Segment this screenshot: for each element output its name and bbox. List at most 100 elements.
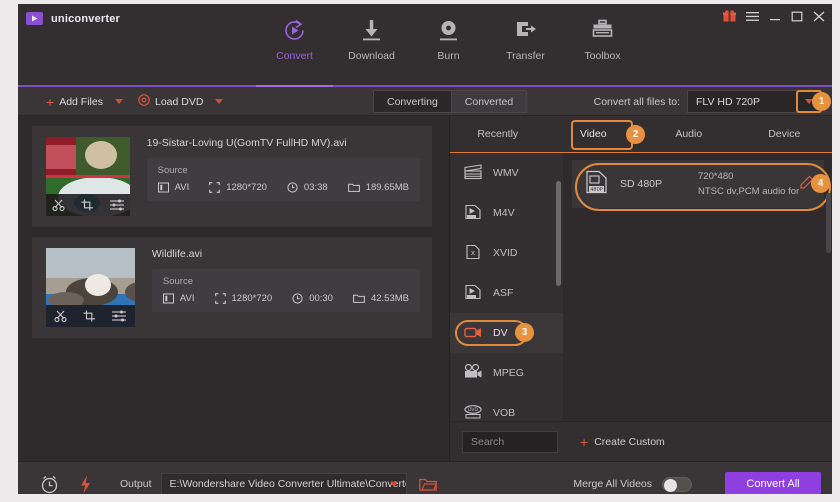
nav-item-convert[interactable]: Convert <box>256 17 333 62</box>
format-panel-columns: WMV M4V x XVID ASF DV 3 MPEG DVD VOB 480… <box>450 153 832 421</box>
selected-format-value: FLV HD 720P <box>696 95 760 108</box>
minimize-button[interactable] <box>769 11 781 22</box>
nav-label-convert: Convert <box>276 50 313 62</box>
clapperboard-icon <box>464 163 482 183</box>
format-select[interactable]: FLV HD 720P <box>687 90 822 113</box>
format-item-mpeg[interactable]: MPEG <box>450 353 563 393</box>
file-metadata-row: AVI 1280*720 00:30 42.53MB <box>162 293 409 304</box>
lightning-bolt-icon[interactable] <box>79 475 92 494</box>
play-triangle-icon <box>26 12 43 25</box>
file-card[interactable]: 19-Sistar-Loving U(GomTV FullHD MV).avi … <box>32 126 432 227</box>
alarm-clock-icon[interactable] <box>40 475 59 494</box>
preset-name: SD 480P <box>620 178 663 190</box>
output-path-field[interactable]: E:\Wondershare Video Converter Ultimate\… <box>160 473 407 494</box>
search-box[interactable] <box>462 430 558 453</box>
nav-item-toolbox[interactable]: Toolbox <box>564 17 641 62</box>
format-list-scrollbar[interactable] <box>556 181 561 286</box>
file-info: 19-Sistar-Loving U(GomTV FullHD MV).avi … <box>130 126 432 227</box>
effect-sliders-icon[interactable] <box>112 310 127 322</box>
preset-item-sd-480p[interactable]: 480P SD 480P 720*480 NTSC dv,PCM audio f… <box>572 160 831 211</box>
step-badge-2: 2 <box>626 125 645 144</box>
trim-scissors-icon[interactable] <box>52 199 65 211</box>
meta-duration: 00:30 <box>292 293 333 304</box>
disc-icon <box>138 94 150 109</box>
video-thumbnail[interactable] <box>46 137 130 216</box>
crop-icon[interactable] <box>81 199 94 211</box>
video-tab-highlight <box>571 120 633 150</box>
meta-format: AVI <box>162 293 195 304</box>
resolution-icon <box>209 182 221 193</box>
trim-scissors-icon[interactable] <box>54 310 67 322</box>
app-logo: uniconverter <box>26 12 120 25</box>
file-format-icon <box>162 293 174 304</box>
output-label: Output <box>120 478 152 490</box>
format-item-asf[interactable]: ASF <box>450 273 563 313</box>
file-metadata-row: AVI 1280*720 03:38 189.65MB <box>157 182 409 193</box>
meta-resolution: 1280*720 <box>214 293 272 304</box>
source-label: Source <box>157 165 188 176</box>
load-dvd-chevron-down-icon[interactable] <box>215 99 224 104</box>
toolbox-icon <box>590 17 615 43</box>
add-files-button[interactable]: + Add Files <box>46 87 123 116</box>
preset-description: 720*480 NTSC dv,PCM audio for <box>698 169 800 199</box>
tab-audio[interactable]: Audio <box>641 116 737 152</box>
search-input[interactable] <box>471 435 557 448</box>
asf-file-icon <box>464 284 482 303</box>
step-badge-3: 3 <box>515 323 534 342</box>
tab-device[interactable]: Device <box>737 116 833 152</box>
add-files-chevron-down-icon[interactable] <box>114 99 123 104</box>
merge-all-videos-label: Merge All Videos <box>573 478 652 490</box>
convert-all-button[interactable]: Convert All <box>725 471 821 494</box>
preset-list: 480P SD 480P 720*480 NTSC dv,PCM audio f… <box>563 153 832 421</box>
format-item-dv[interactable]: DV 3 <box>450 313 563 353</box>
add-files-label: Add Files <box>59 95 103 108</box>
format-category-list[interactable]: WMV M4V x XVID ASF DV 3 MPEG DVD VOB <box>450 153 563 421</box>
preset-list-scrollbar[interactable] <box>826 193 831 253</box>
480p-file-icon: 480P <box>585 170 608 199</box>
effect-sliders-icon[interactable] <box>109 199 124 211</box>
svg-text:DVD: DVD <box>468 407 478 413</box>
step-badge-1: 1 <box>812 92 831 111</box>
format-item-wmv[interactable]: WMV <box>450 153 563 193</box>
merge-all-videos-toggle[interactable] <box>662 476 692 492</box>
gift-icon[interactable] <box>723 10 736 22</box>
hamburger-menu-icon[interactable] <box>746 11 759 22</box>
format-item-m4v[interactable]: M4V <box>450 193 563 233</box>
nav-item-burn[interactable]: Burn <box>410 17 487 62</box>
resolution-icon <box>214 293 226 304</box>
format-item-xvid[interactable]: x XVID <box>450 233 563 273</box>
file-format-icon <box>157 182 169 193</box>
preset-resolution: 720*480 <box>698 171 734 182</box>
crop-icon[interactable] <box>83 310 96 322</box>
format-item-vob[interactable]: DVD VOB <box>450 393 563 421</box>
film-camera-icon <box>464 363 482 382</box>
source-label: Source <box>162 276 193 287</box>
clock-icon <box>287 182 298 193</box>
source-box: Source AVI 1280*720 <box>146 158 420 201</box>
open-folder-icon[interactable] <box>418 477 437 492</box>
tab-converting[interactable]: Converting <box>374 91 451 112</box>
nav-label-burn: Burn <box>437 50 460 62</box>
load-dvd-button[interactable]: Load DVD <box>138 87 224 116</box>
format-dropdown-panel: Recently Video Audio Device 2 WMV M4V x … <box>449 116 832 461</box>
nav-label-toolbox: Toolbox <box>584 50 621 62</box>
output-path-value: E:\Wondershare Video Converter Ultimate\… <box>169 478 407 490</box>
close-button[interactable] <box>813 11 825 22</box>
tab-converted[interactable]: Converted <box>450 91 527 112</box>
nav-label-transfer: Transfer <box>506 50 545 62</box>
nav-item-download[interactable]: Download <box>333 17 410 62</box>
download-arrow-icon <box>359 17 384 43</box>
folder-icon <box>353 294 365 303</box>
maximize-button[interactable] <box>791 11 803 22</box>
clock-icon <box>292 293 303 304</box>
nav-item-transfer[interactable]: Transfer <box>487 17 564 62</box>
status-segmented-control: Converting Converted <box>373 90 528 113</box>
create-custom-button[interactable]: + Create Custom <box>580 435 665 449</box>
app-title: uniconverter <box>51 12 121 25</box>
video-thumbnail[interactable] <box>46 248 135 327</box>
file-card[interactable]: Wildlife.avi Source AVI 1280*720 00:30 4… <box>32 237 432 338</box>
output-chevron-down-icon[interactable] <box>389 482 398 487</box>
meta-duration: 03:38 <box>287 182 328 193</box>
tab-recently[interactable]: Recently <box>450 116 546 152</box>
m4v-file-icon <box>464 204 482 223</box>
